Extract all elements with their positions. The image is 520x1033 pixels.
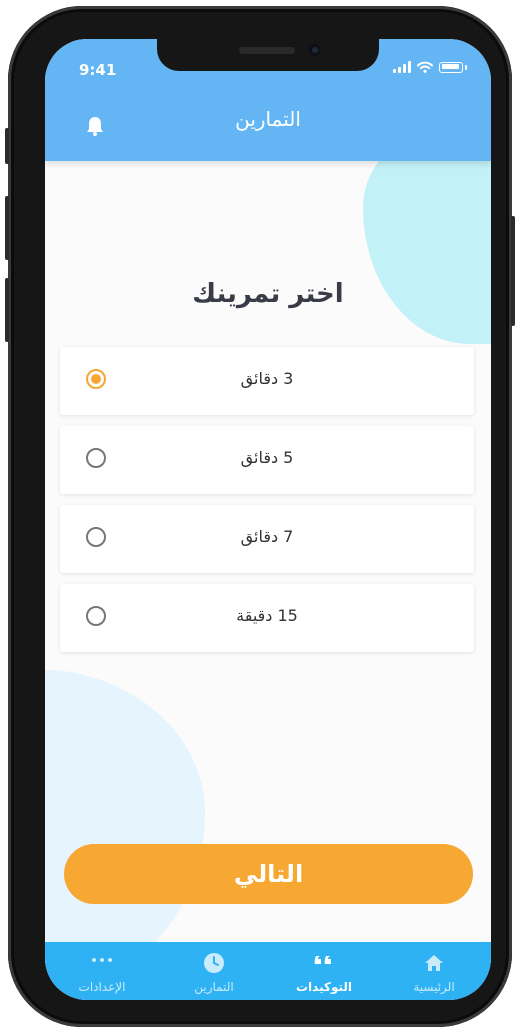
side-button-volume-up xyxy=(5,196,9,260)
clock-icon xyxy=(204,953,224,973)
option-5-minutes[interactable]: 5 دقائق xyxy=(60,426,474,494)
option-15-minutes[interactable]: 15 دقيقة xyxy=(60,584,474,652)
option-label: 15 دقيقة xyxy=(236,606,298,625)
status-icons xyxy=(393,61,467,73)
side-button-silent xyxy=(5,128,9,164)
bottom-tab-bar: الإعدادات التمارين التوكيدات الرئيسية xyxy=(45,942,491,1000)
tab-label: الإعدادات xyxy=(78,980,126,994)
choose-exercise-title: اختر تمرينك xyxy=(192,279,344,309)
option-label: 5 دقائق xyxy=(240,448,294,467)
side-button-power xyxy=(511,216,515,326)
home-icon xyxy=(425,955,443,971)
next-button[interactable]: التالي xyxy=(64,844,473,904)
more-icon xyxy=(92,958,112,962)
option-3-minutes[interactable]: 3 دقائق xyxy=(60,347,474,415)
option-label: 3 دقائق xyxy=(240,369,294,388)
tab-settings[interactable]: الإعدادات xyxy=(53,942,151,1000)
quote-icon xyxy=(314,956,331,964)
bell-icon[interactable] xyxy=(83,114,107,138)
phone-frame: 9:41 التمارين اختر تمرينك 3 دقائق 5 دقائ… xyxy=(5,6,515,1027)
battery-icon xyxy=(439,61,463,73)
wifi-icon xyxy=(417,61,433,73)
side-button-volume-down xyxy=(5,278,9,342)
tab-label: الرئيسية xyxy=(413,980,455,994)
battery-tip xyxy=(465,64,467,70)
tab-home[interactable]: الرئيسية xyxy=(385,942,483,1000)
option-7-minutes[interactable]: 7 دقائق xyxy=(60,505,474,573)
signal-icon xyxy=(393,61,411,73)
app-screen: 9:41 التمارين اختر تمرينك 3 دقائق 5 دقائ… xyxy=(45,39,491,1000)
option-label: 7 دقائق xyxy=(240,527,294,546)
tab-exercises[interactable]: التمارين xyxy=(165,942,263,1000)
tab-label: التمارين xyxy=(194,980,234,994)
decorative-blob-top xyxy=(363,129,491,344)
speaker xyxy=(239,47,295,54)
front-camera xyxy=(309,44,321,56)
tab-label: التوكيدات xyxy=(295,980,353,994)
tab-affirmations[interactable]: التوكيدات xyxy=(275,942,373,1000)
notch xyxy=(157,39,379,71)
status-time: 9:41 xyxy=(79,61,117,79)
page-header-title: التمارين xyxy=(235,107,301,131)
decorative-blob-bottom xyxy=(45,669,205,989)
